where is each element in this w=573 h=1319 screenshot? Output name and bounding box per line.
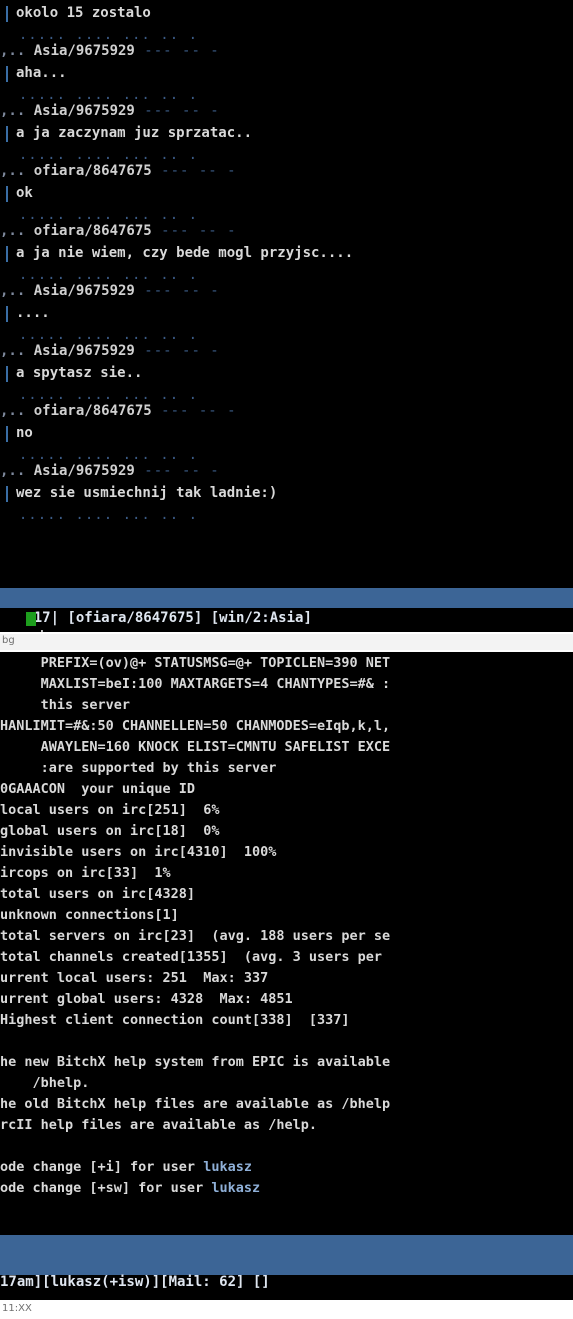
header-prefix: ,..: [0, 283, 34, 299]
server-line: Highest client connection count[338] [33…: [0, 1012, 350, 1028]
server-line: invisible users on irc[4310] 100%: [0, 844, 277, 860]
message-header: ,.. ofiara/8647675 --- -- -: [0, 222, 237, 240]
message-nick[interactable]: ofiara/8647675: [34, 163, 152, 179]
message-text: no: [16, 425, 33, 441]
window-label: bg: [2, 635, 15, 646]
server-line: he old BitchX help files are available a…: [0, 1096, 391, 1112]
chat-status-bar: 17| [ofiara/8647675] [win/2:Asia]: [0, 588, 573, 626]
header-tail: --- -- -: [151, 403, 237, 419]
message-text: a ja zaczynam juz sprzatac..: [16, 125, 253, 141]
header-prefix: ,..: [0, 163, 34, 179]
server-line: ode change [+sw] for user lukasz: [0, 1180, 261, 1196]
server-line: this server: [0, 697, 131, 713]
header-prefix: ,..: [0, 343, 34, 359]
message-bar: [6, 426, 8, 442]
header-prefix: ,..: [0, 463, 34, 479]
header-tail: --- -- -: [134, 283, 220, 299]
header-prefix: ,..: [0, 223, 34, 239]
server-line: urrent local users: 251 Max: 337: [0, 970, 269, 986]
server-line: PREFIX=(ov)@+ STATUSMSG=@+ TOPICLEN=390 …: [0, 655, 391, 671]
header-prefix: ,..: [0, 403, 34, 419]
user-nick[interactable]: lukasz: [203, 1159, 252, 1175]
message-header: ,.. ofiara/8647675 --- -- -: [0, 162, 237, 180]
message-nick[interactable]: Asia/9675929: [34, 343, 135, 359]
server-line: ode change [+i] for user lukasz: [0, 1159, 252, 1175]
message-bar: [6, 186, 8, 202]
message-bar: [6, 486, 8, 502]
input-cursor: [26, 612, 36, 626]
server-line: :are supported by this server: [0, 760, 277, 776]
message-text: wez sie usmiechnij tak ladnie:): [16, 485, 278, 501]
separator-dots: ..... .... ... .. .: [0, 507, 199, 523]
message-header: ,.. Asia/9675929 --- -- -: [0, 462, 220, 480]
message-text: ....: [16, 305, 50, 321]
message-nick[interactable]: Asia/9675929: [34, 103, 135, 119]
chat-status-text: 17| [ofiara/8647675] [win/2:Asia]: [33, 610, 312, 626]
server-line: AWAYLEN=160 KNOCK ELIST=CMNTU SAFELIST E…: [0, 739, 391, 755]
message-bar: [6, 6, 8, 22]
message-bar: [6, 66, 8, 82]
bottom-separator: 11:XX: [0, 1302, 573, 1319]
message-text: a ja nie wiem, czy bede mogl przyjsc....: [16, 245, 354, 261]
message-bar: [6, 246, 8, 262]
message-nick[interactable]: Asia/9675929: [34, 463, 135, 479]
header-tail: --- -- -: [134, 103, 220, 119]
header-tail: --- -- -: [134, 463, 220, 479]
header-tail: --- -- -: [134, 343, 220, 359]
message-header: ,.. Asia/9675929 --- -- -: [0, 42, 220, 60]
header-tail: --- -- -: [151, 163, 237, 179]
header-tail: --- -- -: [134, 43, 220, 59]
user-nick[interactable]: lukasz: [211, 1180, 260, 1196]
window-separator: bg: [0, 634, 573, 650]
server-line: HANLIMIT=#&:50 CHANNELLEN=50 CHANMODES=e…: [0, 718, 391, 734]
message-nick[interactable]: ofiara/8647675: [34, 403, 152, 419]
message-text: a spytasz sie..: [16, 365, 143, 381]
message-header: ,.. ofiara/8647675 --- -- -: [0, 402, 237, 420]
server-line: total servers on irc[23] (avg. 188 users…: [0, 928, 391, 944]
server-line: MAXLIST=beI:100 MAXTARGETS=4 CHANTYPES=#…: [0, 676, 391, 692]
server-line: total channels created[1355] (avg. 3 use…: [0, 949, 383, 965]
message-text: ok: [16, 185, 33, 201]
server-line: unknown connections[1]: [0, 907, 179, 923]
message-bar: [6, 366, 8, 382]
header-tail: --- -- -: [151, 223, 237, 239]
message-bar: [6, 126, 8, 142]
server-status-line-1: 17am][lukasz(+isw)][Mail: 62] []: [0, 1274, 270, 1290]
message-bar: [6, 306, 8, 322]
message-nick[interactable]: Asia/9675929: [34, 283, 135, 299]
server-status-bar: 17am][lukasz(+isw)][Mail: 62] [] ??]: [0, 1235, 573, 1290]
message-header: ,.. Asia/9675929 --- -- -: [0, 282, 220, 300]
server-line: ircops on irc[33] 1%: [0, 865, 171, 881]
server-line: 0GAAACON your unique ID: [0, 781, 196, 797]
server-window[interactable]: PREFIX=(ov)@+ STATUSMSG=@+ TOPICLEN=390 …: [0, 652, 573, 1300]
server-line: he new BitchX help system from EPIC is a…: [0, 1054, 391, 1070]
server-line: rcII help files are available as /help.: [0, 1117, 317, 1133]
server-line: urrent global users: 4328 Max: 4851: [0, 991, 293, 1007]
message-nick[interactable]: Asia/9675929: [34, 43, 135, 59]
header-prefix: ,..: [0, 103, 34, 119]
server-line: local users on irc[251] 6%: [0, 802, 220, 818]
header-prefix: ,..: [0, 43, 34, 59]
chat-window[interactable]: okolo 15 zostalo ..... .... ... .. . ,.. …: [0, 0, 573, 632]
server-line: total users on irc[4328]: [0, 886, 196, 902]
message-header: ,.. Asia/9675929 --- -- -: [0, 102, 220, 120]
server-line: /bhelp.: [0, 1075, 90, 1091]
server-line: global users on irc[18] 0%: [0, 823, 220, 839]
message-text: okolo 15 zostalo: [16, 5, 151, 21]
bottom-window-label: 11:XX: [2, 1303, 32, 1314]
message-nick[interactable]: ofiara/8647675: [34, 223, 152, 239]
message-text: aha...: [16, 65, 67, 81]
message-header: ,.. Asia/9675929 --- -- -: [0, 342, 220, 360]
